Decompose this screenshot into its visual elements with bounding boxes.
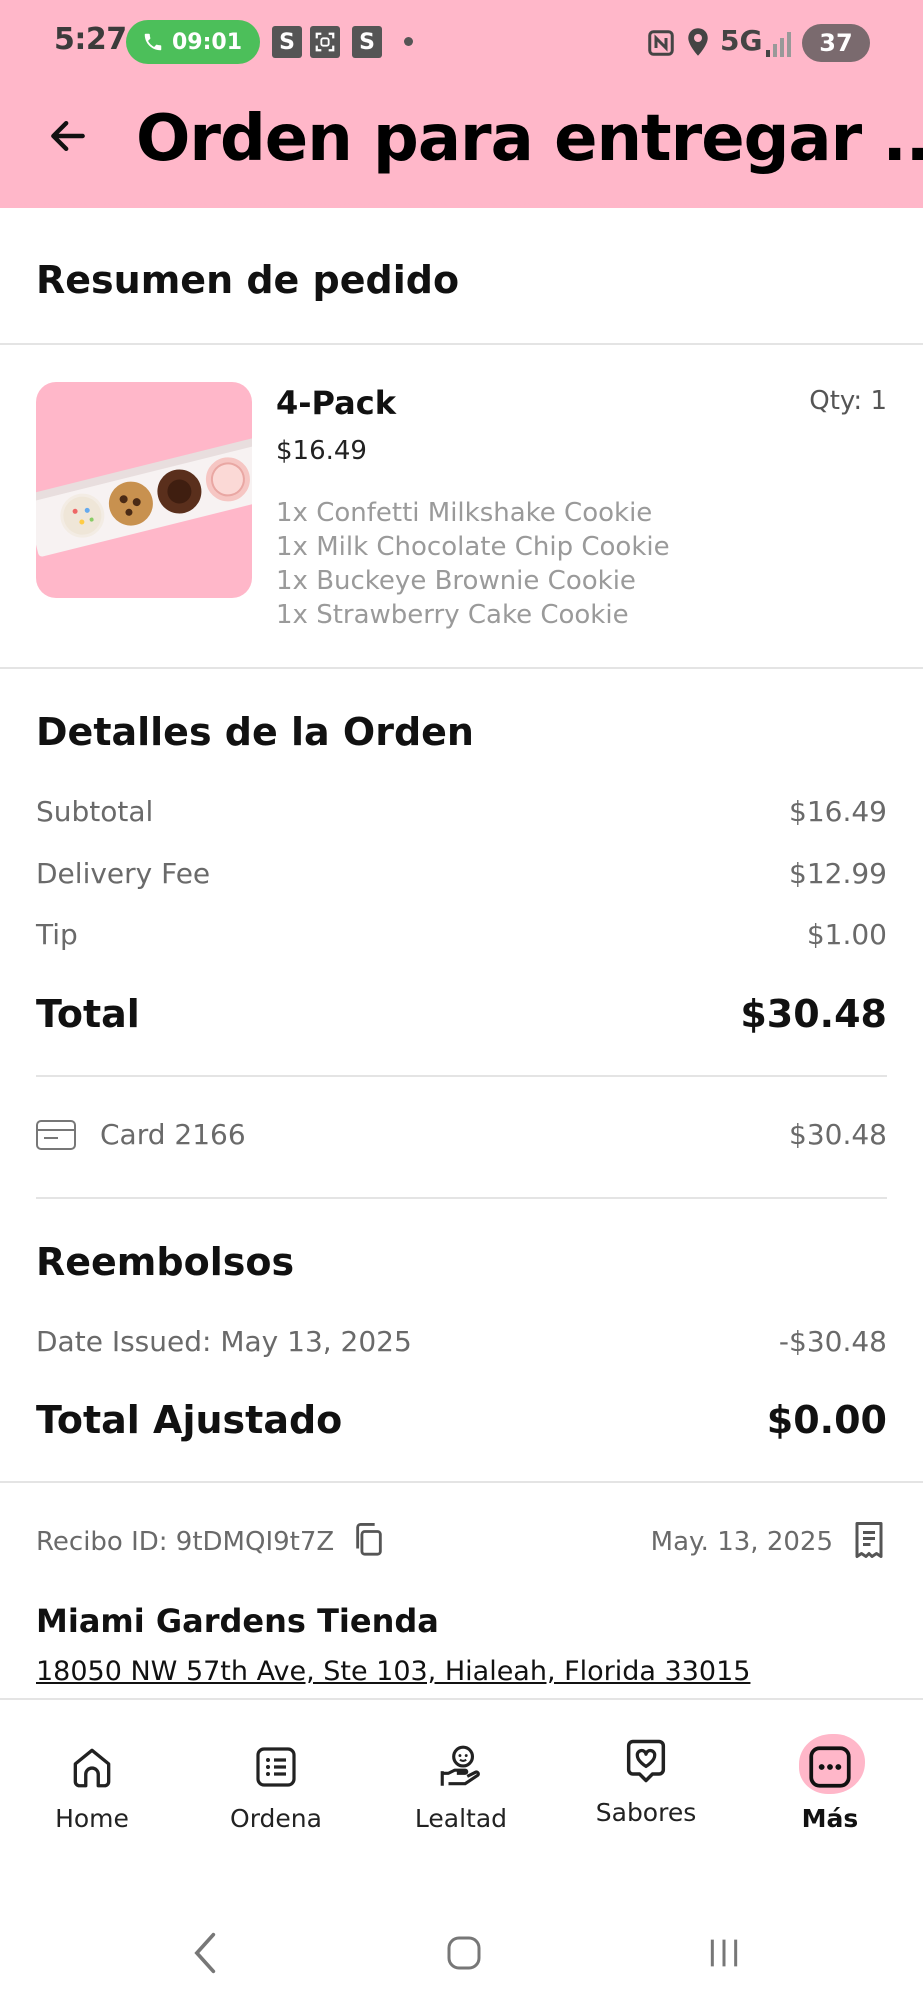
total-label: Total <box>36 992 140 1036</box>
chevron-left-icon <box>194 1932 216 1974</box>
product-item: 1x Confetti Milkshake Cookie <box>276 498 653 528</box>
signal-icon <box>766 32 791 57</box>
call-indicator[interactable]: 09:01 <box>126 20 260 64</box>
home-square-icon <box>447 1936 481 1970</box>
battery-icon: 37 <box>802 24 870 62</box>
arrow-left-icon <box>51 120 85 152</box>
loyalty-icon <box>434 1740 488 1794</box>
store-name: Miami Gardens Tienda <box>36 1602 439 1640</box>
adjusted-total-row: Total Ajustado $0.00 <box>36 1398 887 1442</box>
product-qty: Qty: 1 <box>809 386 887 416</box>
refunds-title: Reembolsos <box>36 1240 295 1284</box>
nav-label: Ordena <box>230 1804 322 1833</box>
scalloped-edge <box>0 200 923 206</box>
system-recents-button[interactable] <box>694 1928 754 1978</box>
row-value: $16.49 <box>789 795 887 828</box>
row-label: Subtotal <box>36 795 154 828</box>
details-title: Detalles de la Orden <box>36 710 474 754</box>
divider <box>36 1075 887 1077</box>
delivery-fee-row: Delivery Fee $12.99 <box>36 857 887 890</box>
system-back-button[interactable] <box>176 1928 236 1978</box>
network-type: 5G <box>720 24 763 57</box>
nav-item-home[interactable]: Home <box>17 1740 167 1833</box>
dot-icon <box>404 37 413 46</box>
nav-item-mas[interactable]: Más <box>755 1734 905 1833</box>
summary-title: Resumen de pedido <box>36 258 460 302</box>
bottom-navigation: Home Ordena Lealtad Sabores Más <box>0 1698 923 1898</box>
status-time: 5:27 <box>54 22 127 57</box>
nav-label: Más <box>801 1804 859 1833</box>
copy-icon[interactable] <box>352 1521 386 1563</box>
system-home-button[interactable] <box>434 1928 494 1978</box>
subtotal-row: Subtotal $16.49 <box>36 795 887 828</box>
call-timer: 09:01 <box>172 29 243 55</box>
location-icon <box>688 28 708 56</box>
receipt-date: May. 13, 2025 <box>650 1527 833 1557</box>
receipt-icon[interactable] <box>851 1520 887 1564</box>
payment-label: Card 2166 <box>100 1118 246 1151</box>
product-item: 1x Milk Chocolate Chip Cookie <box>276 532 670 562</box>
product-image <box>36 382 252 598</box>
row-label: Delivery Fee <box>36 857 211 890</box>
s-app-icon: S <box>272 26 302 58</box>
refund-row: Date Issued: May 13, 2025 -$30.48 <box>36 1325 887 1358</box>
payment-row: Card 2166 $30.48 <box>36 1118 887 1151</box>
product-items: 1x Confetti Milkshake Cookie 1x Milk Cho… <box>276 496 670 632</box>
refund-amount: -$30.48 <box>778 1325 887 1358</box>
row-label: Tip <box>36 918 78 951</box>
product-name: 4-Pack <box>276 384 396 422</box>
system-navigation-bar <box>0 1898 923 2000</box>
nav-label: Sabores <box>595 1798 697 1827</box>
screenshot-icon <box>310 26 340 58</box>
phone-icon <box>144 33 162 51</box>
nfc-icon <box>648 30 674 56</box>
app-header: 5:27 09:01 S S 5G 37 Orden para entregar… <box>0 0 923 208</box>
divider <box>0 1481 923 1483</box>
receipt-row: Recibo ID: 9tDMQI9t7Z May. 13, 2025 <box>36 1522 887 1562</box>
home-icon <box>65 1740 119 1794</box>
credit-card-icon <box>36 1119 76 1150</box>
nav-item-ordena[interactable]: Ordena <box>201 1740 351 1833</box>
product-item: 1x Buckeye Brownie Cookie <box>276 566 636 596</box>
product-price: $16.49 <box>276 436 367 466</box>
heart-tag-icon <box>619 1734 673 1788</box>
row-value: $1.00 <box>806 918 887 951</box>
s-app-icon: S <box>352 26 382 58</box>
refund-date-label: Date Issued: May 13, 2025 <box>36 1325 412 1358</box>
list-icon <box>249 1740 303 1794</box>
total-value: $30.48 <box>740 992 887 1036</box>
nav-item-lealtad[interactable]: Lealtad <box>386 1740 536 1833</box>
divider <box>36 1197 887 1199</box>
battery-level: 37 <box>819 29 853 57</box>
row-value: $12.99 <box>789 857 887 890</box>
nav-item-sabores[interactable]: Sabores <box>571 1734 721 1827</box>
store-address-link[interactable]: 18050 NW 57th Ave, Ste 103, Hialeah, Flo… <box>36 1656 750 1687</box>
nav-label: Lealtad <box>414 1804 508 1833</box>
more-icon <box>799 1734 865 1794</box>
adjusted-total-label: Total Ajustado <box>36 1398 343 1442</box>
nav-label: Home <box>55 1804 129 1833</box>
receipt-id: Recibo ID: 9tDMQI9t7Z <box>36 1527 335 1557</box>
tip-row: Tip $1.00 <box>36 918 887 951</box>
product-item: 1x Strawberry Cake Cookie <box>276 600 629 630</box>
recents-icon <box>710 1939 738 1967</box>
back-button[interactable] <box>40 108 96 164</box>
status-bar: 5:27 09:01 S S 5G 37 <box>0 18 923 68</box>
divider <box>0 343 923 345</box>
payment-value: $30.48 <box>789 1118 887 1151</box>
divider <box>0 667 923 669</box>
total-row: Total $30.48 <box>36 992 887 1036</box>
page-title: Orden para entregar ... <box>136 102 923 176</box>
adjusted-total-value: $0.00 <box>766 1398 887 1442</box>
